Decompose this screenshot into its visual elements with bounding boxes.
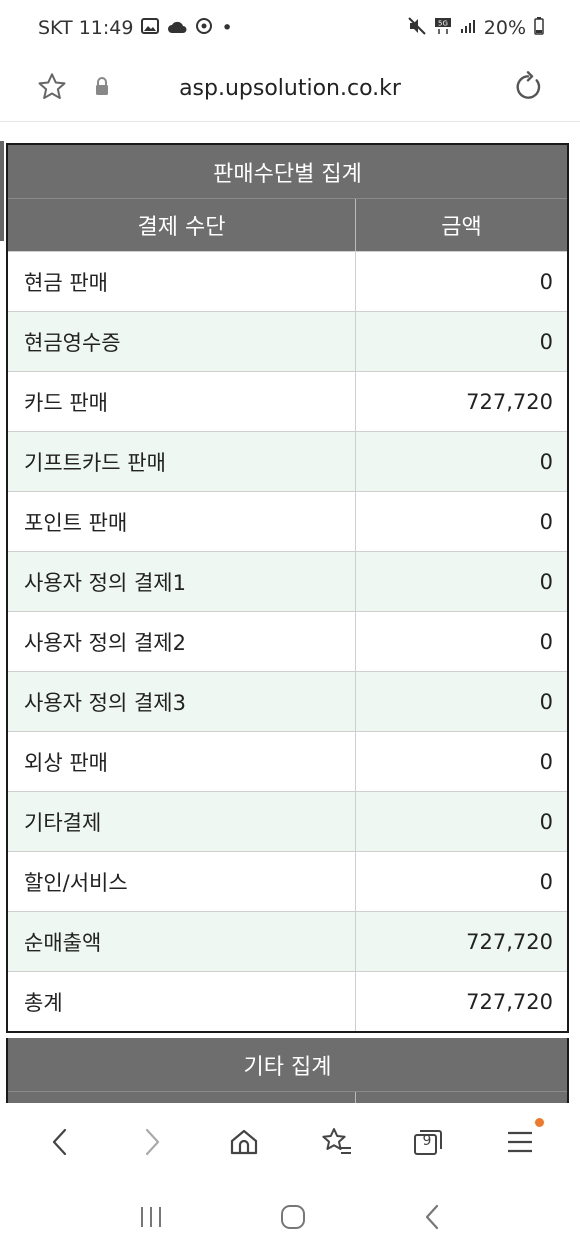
system-back-icon <box>425 1204 439 1230</box>
menu-button[interactable] <box>490 1112 550 1172</box>
forward-button[interactable] <box>122 1112 182 1172</box>
back-button[interactable] <box>30 1112 90 1172</box>
payment-method-label: 사용자 정의 결제1 <box>8 552 356 611</box>
other-table-header <box>8 1092 567 1103</box>
payment-method-label: 외상 판매 <box>8 732 356 791</box>
payment-amount: 727,720 <box>356 912 567 971</box>
table-header-row: 결제 수단 금액 <box>8 199 567 251</box>
payment-method-label: 할인/서비스 <box>8 852 356 911</box>
status-bar: SKT 11:49 • 5G 20% <box>0 0 580 56</box>
url-text[interactable]: asp.upsolution.co.kr <box>179 76 401 101</box>
table-row: 기타결제 0 <box>8 791 567 851</box>
system-back-button[interactable] <box>420 1202 444 1236</box>
mute-icon <box>408 16 426 40</box>
table-row: 외상 판매 0 <box>8 731 567 791</box>
tabs-button[interactable]: 9 <box>398 1112 458 1172</box>
sync-icon <box>195 17 213 40</box>
table-body: 현금 판매 0 현금영수증 0 카드 판매 727,720 기프트카드 판매 0 포인트 판매 0… <box>8 251 567 1031</box>
payment-amount: 0 <box>356 672 567 731</box>
payment-amount: 0 <box>356 552 567 611</box>
header-amount: 금액 <box>441 215 482 240</box>
payment-method-label: 포인트 판매 <box>8 492 356 551</box>
left-edge-divider <box>0 141 4 241</box>
table-row: 사용자 정의 결제1 0 <box>8 551 567 611</box>
table-row: 현금 판매 0 <box>8 251 567 311</box>
chevron-right-icon <box>145 1128 160 1156</box>
payment-amount: 727,720 <box>356 972 567 1031</box>
bookmarks-button[interactable] <box>306 1112 366 1172</box>
system-home-button[interactable] <box>278 1202 308 1236</box>
payment-amount: 0 <box>356 252 567 311</box>
payment-method-label: 사용자 정의 결제3 <box>8 672 356 731</box>
payment-method-label: 사용자 정의 결제2 <box>8 612 356 671</box>
reload-icon[interactable] <box>512 70 544 107</box>
cloud-icon <box>167 18 187 39</box>
chevron-left-icon <box>52 1128 67 1156</box>
recent-apps-button[interactable] <box>136 1203 166 1235</box>
table-row: 사용자 정의 결제2 0 <box>8 611 567 671</box>
home-icon <box>230 1129 258 1155</box>
table-row: 기프트카드 판매 0 <box>8 431 567 491</box>
header-method: 결제 수단 <box>8 199 356 251</box>
system-home-icon <box>281 1205 305 1229</box>
payment-amount: 0 <box>356 432 567 491</box>
address-bar: asp.upsolution.co.kr <box>0 56 580 122</box>
table-row: 순매출액 727,720 <box>8 911 567 971</box>
other-table-title: 기타 집계 <box>8 1038 567 1092</box>
payment-amount: 0 <box>356 312 567 371</box>
table-row: 총계 727,720 <box>8 971 567 1031</box>
carrier-time: SKT 11:49 <box>38 17 134 39</box>
page-content: 판매수단별 집계 결제 수단 금액 현금 판매 0 현금영수증 0 카드 판매 727,7… <box>0 123 580 1103</box>
payment-method-label: 총계 <box>8 972 356 1031</box>
browser-nav-bar: 9 <box>0 1103 580 1181</box>
status-left: SKT 11:49 • <box>38 17 233 40</box>
signal-icon <box>460 18 476 39</box>
payment-method-label: 현금 판매 <box>8 252 356 311</box>
status-dot: • <box>221 17 233 39</box>
table-row: 현금영수증 0 <box>8 311 567 371</box>
system-nav-bar <box>0 1181 580 1257</box>
other-summary-table: 기타 집계 <box>6 1038 569 1103</box>
payment-method-label: 기타결제 <box>8 792 356 851</box>
payment-amount: 727,720 <box>356 372 567 431</box>
recent-apps-icon <box>141 1207 161 1227</box>
home-button[interactable] <box>214 1112 274 1172</box>
other-header-left <box>8 1092 356 1103</box>
bookmark-star-icon[interactable] <box>36 71 68 107</box>
payment-amount: 0 <box>356 792 567 851</box>
sales-by-method-table: 판매수단별 집계 결제 수단 금액 현금 판매 0 현금영수증 0 카드 판매 727,7… <box>6 143 569 1033</box>
status-right: 5G 20% <box>408 16 544 40</box>
tabs-count: 9 <box>422 1133 432 1149</box>
payment-amount: 0 <box>356 852 567 911</box>
payment-amount: 0 <box>356 612 567 671</box>
table-row: 사용자 정의 결제3 0 <box>8 671 567 731</box>
payment-method-label: 기프트카드 판매 <box>8 432 356 491</box>
payment-method-label: 순매출액 <box>8 912 356 971</box>
5g-icon: 5G <box>434 17 452 40</box>
lock-icon <box>94 76 110 101</box>
payment-method-label: 현금영수증 <box>8 312 356 371</box>
notification-dot <box>535 1118 544 1127</box>
address-left <box>36 71 126 107</box>
table-title: 판매수단별 집계 <box>8 145 567 199</box>
svg-text:5G: 5G <box>438 19 448 27</box>
table-row: 카드 판매 727,720 <box>8 371 567 431</box>
hamburger-menu-icon <box>508 1131 532 1153</box>
payment-method-label: 카드 판매 <box>8 372 356 431</box>
table-row: 포인트 판매 0 <box>8 491 567 551</box>
gallery-icon <box>141 17 160 39</box>
battery-icon <box>534 16 544 40</box>
payment-amount: 0 <box>356 732 567 791</box>
bookmarks-star-list-icon <box>322 1128 351 1154</box>
payment-amount: 0 <box>356 492 567 551</box>
battery-percent: 20% <box>483 17 526 39</box>
address-right <box>454 70 544 107</box>
table-row: 할인/서비스 0 <box>8 851 567 911</box>
